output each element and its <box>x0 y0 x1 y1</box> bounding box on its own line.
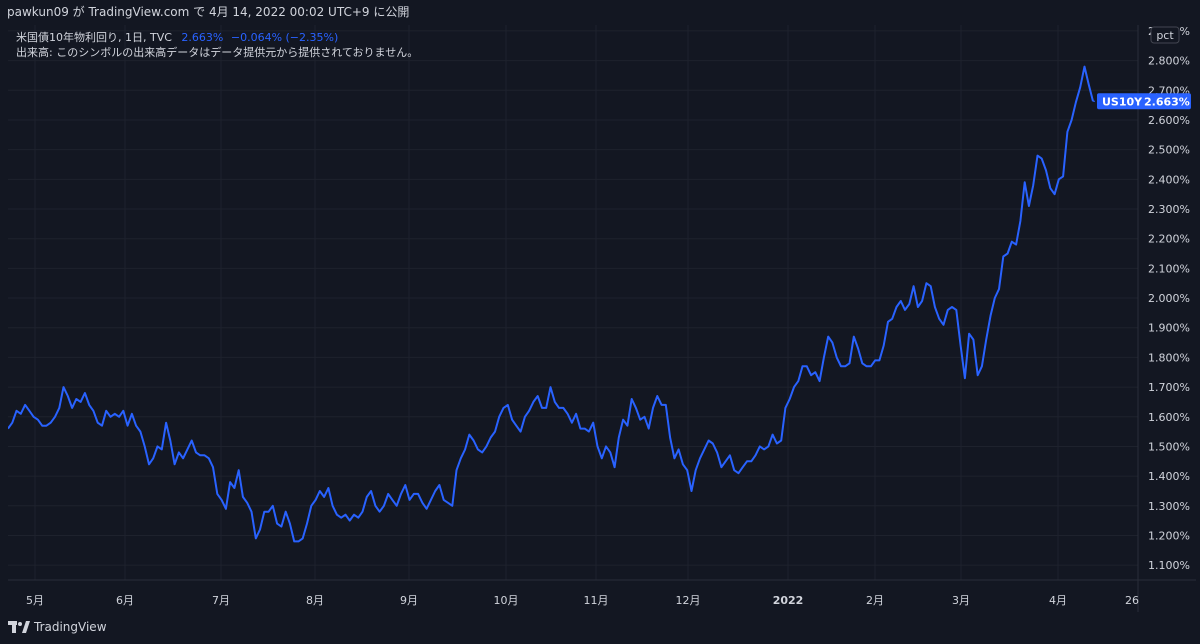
y-tick-label: 1.900% <box>1148 322 1190 335</box>
y-tick-label: 1.500% <box>1148 440 1190 453</box>
x-tick-label: 3月 <box>952 594 970 607</box>
y-tick-label: 1.300% <box>1148 500 1190 513</box>
y-tick-label: 1.700% <box>1148 381 1190 394</box>
y-tick-label: 1.800% <box>1148 351 1190 364</box>
x-tick-label: 10月 <box>494 594 519 607</box>
legend-symbol-row: 米国債10年物利回り, 1日, TVC 2.663% −0.064% (−2.3… <box>16 30 418 45</box>
x-tick-label: 6月 <box>116 594 134 607</box>
brand-name: TradingView <box>34 620 107 634</box>
y-tick-label: 2.500% <box>1148 144 1190 157</box>
us10y-series-line <box>7 65 1094 543</box>
x-tick-label: 2022 <box>773 594 804 607</box>
x-tick-label: 9月 <box>400 594 418 607</box>
y-tick-label: 2.600% <box>1148 114 1190 127</box>
last-value: 2.663% <box>181 31 224 44</box>
change-value: −0.064% (−2.35%) <box>230 31 339 44</box>
volume-note: 出来高: このシンボルの出来高データはデータ提供元から提供されておりません。 <box>16 46 419 59</box>
footer-bar: TradingView <box>0 612 1200 644</box>
symbol-info: 米国債10年物利回り, 1日, TVC <box>16 31 172 44</box>
tradingview-logo[interactable]: TradingView <box>8 620 107 634</box>
publisher-line: pawkun09 が TradingView.com で 4月 14, 2022… <box>7 5 410 19</box>
publisher-bar: pawkun09 が TradingView.com で 4月 14, 2022… <box>0 0 1200 24</box>
y-tick-label: 2.000% <box>1148 292 1190 305</box>
price-tag-symbol: US10Y <box>1102 95 1143 108</box>
y-tick-label: 1.100% <box>1148 559 1190 572</box>
unit-button-label: pct <box>1156 29 1174 42</box>
y-tick-label: 2.800% <box>1148 55 1190 68</box>
chart-legend: 米国債10年物利回り, 1日, TVC 2.663% −0.064% (−2.3… <box>16 30 418 60</box>
y-tick-label: 1.600% <box>1148 411 1190 424</box>
x-tick-label: 2月 <box>866 594 884 607</box>
price-chart[interactable]: 1.100% 1.200% 1.300% 1.400% 1.500% 1.600% 1.70… <box>7 25 1196 612</box>
y-tick-label: 1.200% <box>1148 529 1190 542</box>
y-tick-label: 2.100% <box>1148 262 1190 275</box>
x-tick-label: 11月 <box>584 594 609 607</box>
x-tick-label: 12月 <box>676 594 701 607</box>
x-tick-label: 4月 <box>1049 594 1067 607</box>
y-tick-label: 2.300% <box>1148 203 1190 216</box>
chart-area[interactable]: 1.100% 1.200% 1.300% 1.400% 1.500% 1.600% 1.70… <box>7 25 1196 612</box>
tradingview-logo-icon <box>8 621 30 633</box>
y-tick-label: 2.400% <box>1148 173 1190 186</box>
y-tick-label: 1.400% <box>1148 470 1190 483</box>
x-tick-label: 26 <box>1125 594 1139 607</box>
x-tick-label: 7月 <box>212 594 230 607</box>
y-tick-label: 2.200% <box>1148 233 1190 246</box>
x-tick-label: 5月 <box>26 594 44 607</box>
x-tick-label: 8月 <box>306 594 324 607</box>
price-tag-value: 2.663% <box>1144 95 1190 108</box>
